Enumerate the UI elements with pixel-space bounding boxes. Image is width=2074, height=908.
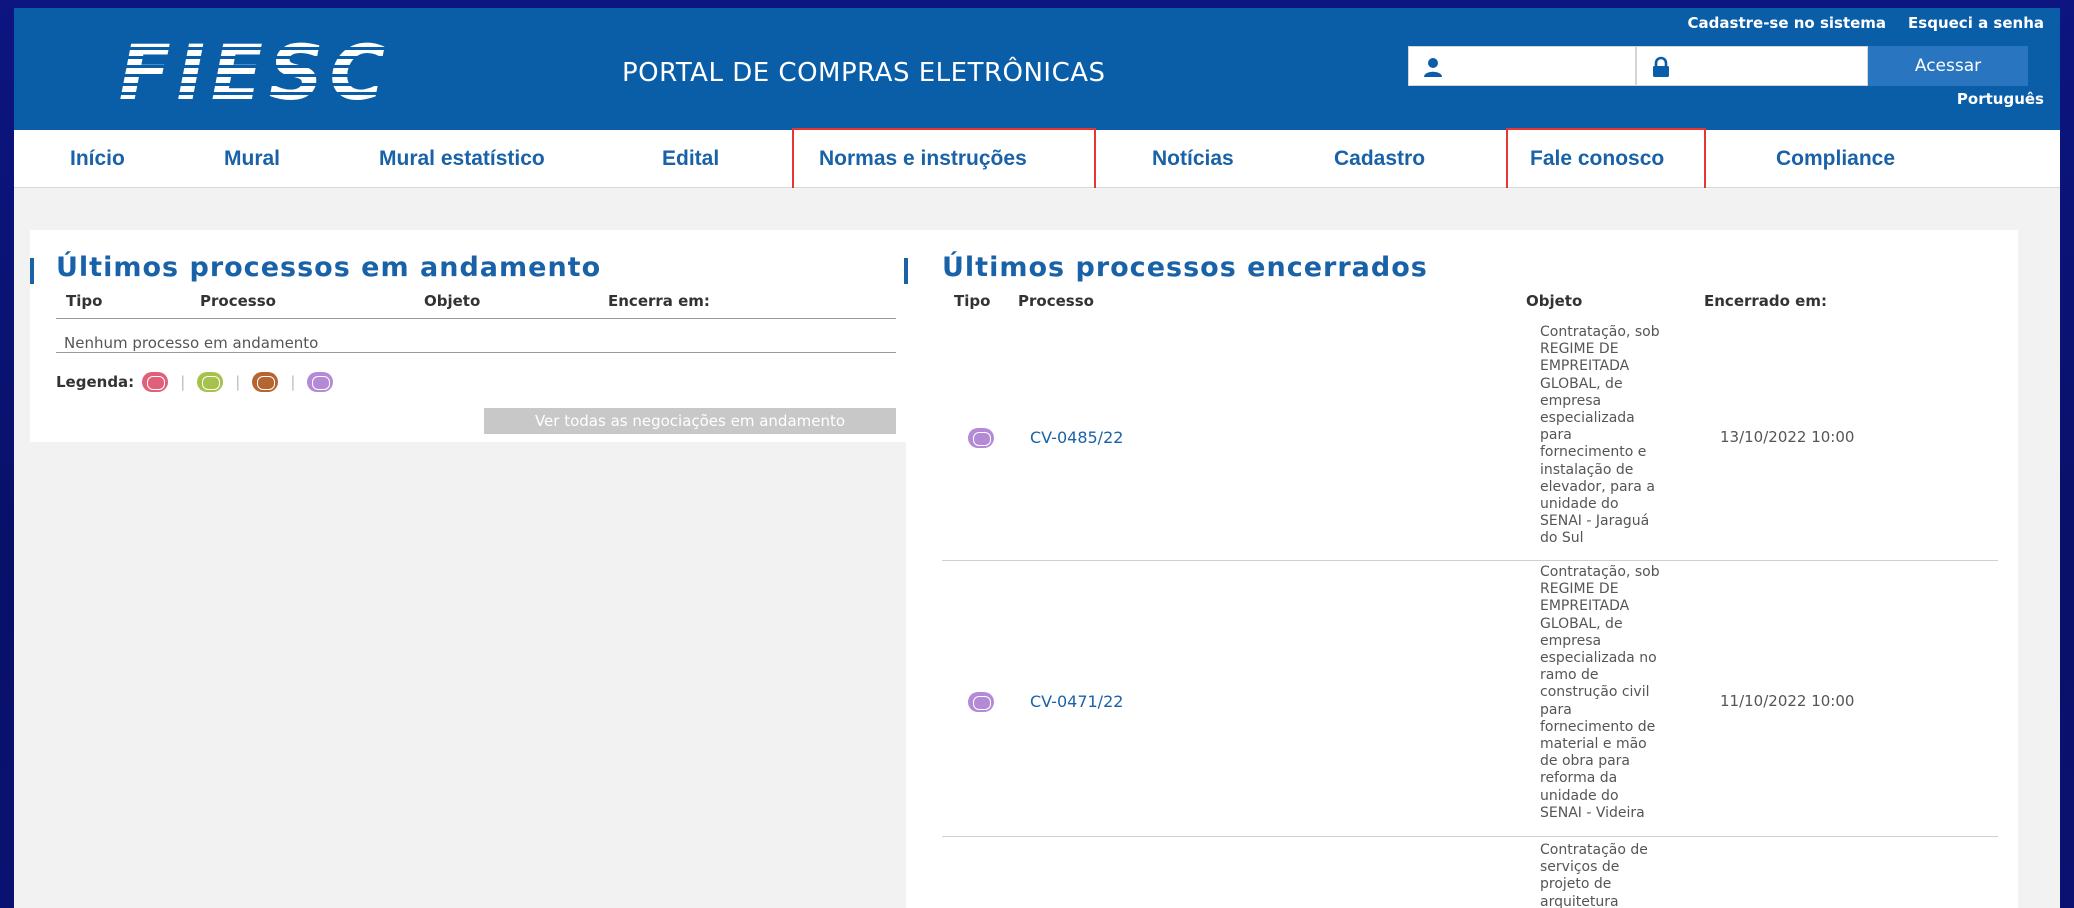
username-field[interactable] bbox=[1408, 46, 1636, 86]
user-icon bbox=[1424, 58, 1442, 77]
fiesc-logo[interactable]: FIESC bbox=[48, 32, 462, 114]
row-divider bbox=[942, 560, 1998, 561]
table-divider bbox=[56, 318, 896, 319]
ongoing-title: Últimos processos em andamento bbox=[56, 252, 602, 283]
nav-item-inicio[interactable]: Início bbox=[70, 130, 125, 188]
legend-separator: | bbox=[235, 373, 241, 391]
logo-text: FIESC bbox=[118, 28, 392, 117]
legend-separator: | bbox=[290, 373, 296, 391]
badge-cd-icon bbox=[142, 372, 169, 392]
empty-message: Nenhum processo em andamento bbox=[64, 334, 319, 352]
closed-date: 13/10/2022 10:00 bbox=[1720, 428, 1855, 446]
nav-item-cadastro[interactable]: Cadastro bbox=[1334, 130, 1425, 188]
closed-date: 11/10/2022 10:00 bbox=[1720, 692, 1855, 710]
register-link[interactable]: Cadastre-se no sistema bbox=[1688, 14, 1887, 32]
access-button[interactable]: Acessar bbox=[1868, 46, 2028, 86]
process-link[interactable]: CV-0471/22 bbox=[1030, 692, 1123, 711]
nav-item-mural-estatistico[interactable]: Mural estatístico bbox=[379, 130, 545, 188]
browser-page: FIESC PORTAL DE COMPRAS ELETRÔNICAS Cada… bbox=[14, 8, 2060, 908]
badge-pp-icon bbox=[968, 428, 994, 448]
row-divider bbox=[942, 836, 1998, 837]
col-objeto: Objeto bbox=[1526, 292, 1583, 310]
col-tipo: Tipo bbox=[954, 292, 991, 310]
username-input[interactable] bbox=[1453, 51, 1629, 81]
nav-item-edital[interactable]: Edital bbox=[662, 130, 719, 188]
password-input[interactable] bbox=[1681, 51, 1861, 81]
lock-icon bbox=[1653, 56, 1669, 77]
forgot-password-link[interactable]: Esqueci a senha bbox=[1908, 14, 2044, 32]
closed-processes-panel bbox=[906, 230, 2018, 908]
badge-pp-icon bbox=[307, 372, 334, 392]
nav-item-mural[interactable]: Mural bbox=[224, 130, 280, 188]
nav-item-compliance[interactable]: Compliance bbox=[1776, 130, 1895, 188]
section-marker bbox=[30, 258, 34, 284]
closed-title: Últimos processos encerrados bbox=[942, 252, 1428, 283]
col-objeto: Objeto bbox=[424, 292, 481, 310]
col-tipo: Tipo bbox=[66, 292, 103, 310]
badge-pe-icon bbox=[197, 372, 224, 392]
process-object: Contratação, sob REGIME DE EMPREITADA GL… bbox=[1540, 564, 1660, 821]
site-header: FIESC PORTAL DE COMPRAS ELETRÔNICAS Cada… bbox=[14, 8, 2060, 130]
table-divider bbox=[56, 352, 896, 353]
process-object: Contratação de serviços de projeto de ar… bbox=[1540, 842, 1648, 908]
col-processo: Processo bbox=[1018, 292, 1094, 310]
process-link[interactable]: CV-0485/22 bbox=[1030, 428, 1123, 447]
legend-label: Legenda: bbox=[56, 373, 135, 391]
col-encerra: Encerra em: bbox=[608, 292, 710, 310]
legend-separator: | bbox=[180, 373, 186, 391]
badge-pp-icon bbox=[968, 692, 994, 712]
legend: Legenda: | | | bbox=[56, 372, 334, 392]
portal-title: PORTAL DE COMPRAS ELETRÔNICAS bbox=[622, 58, 1106, 88]
nav-item-noticias[interactable]: Notícias bbox=[1152, 130, 1234, 188]
password-field[interactable] bbox=[1636, 46, 1868, 86]
section-marker bbox=[904, 258, 908, 284]
badge-o-icon bbox=[252, 372, 279, 392]
process-object: Contratação, sob REGIME DE EMPREITADA GL… bbox=[1540, 324, 1660, 547]
col-encerrado: Encerrado em: bbox=[1704, 292, 1827, 310]
view-all-ongoing-button[interactable]: Ver todas as negociações em andamento bbox=[484, 408, 896, 434]
col-processo: Processo bbox=[200, 292, 276, 310]
language-selector[interactable]: Português bbox=[1957, 90, 2044, 108]
top-links: Cadastre-se no sistema Esqueci a senha bbox=[1688, 14, 2044, 32]
